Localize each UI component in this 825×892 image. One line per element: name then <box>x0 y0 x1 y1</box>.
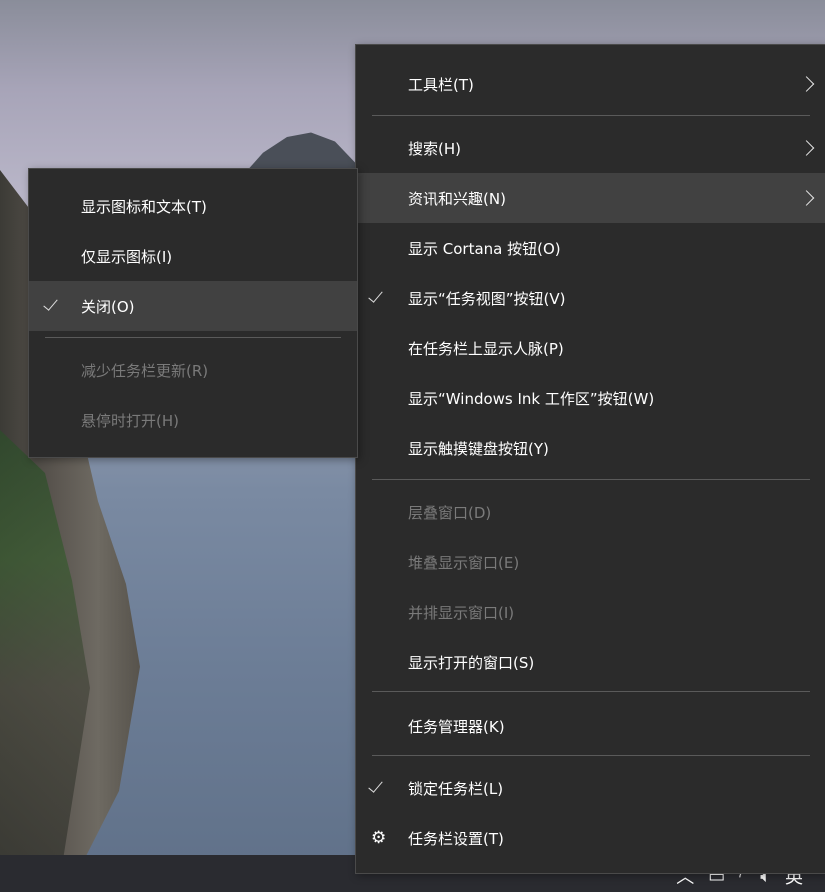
menu-item-label: 显示“Windows Ink 工作区”按钮(W) <box>408 389 655 408</box>
submenu-item-icon-only[interactable]: 仅显示图标(I) <box>29 231 357 281</box>
menu-separator <box>45 337 341 338</box>
checkmark-icon <box>368 287 383 303</box>
menu-item-label: 工具栏(T) <box>408 75 474 94</box>
menu-item-label: 显示 Cortana 按钮(O) <box>408 239 561 258</box>
menu-item-label: 悬停时打开(H) <box>81 411 179 430</box>
menu-item-label: 锁定任务栏(L) <box>408 779 504 798</box>
menu-item-label: 任务管理器(K) <box>408 717 505 736</box>
menu-item-label: 资讯和兴趣(N) <box>408 189 506 208</box>
menu-item-show-open-windows[interactable]: 显示打开的窗口(S) <box>356 637 825 687</box>
submenu-item-turn-off[interactable]: 关闭(O) <box>29 281 357 331</box>
menu-item-label: 搜索(H) <box>408 139 461 158</box>
taskbar-context-menu: 工具栏(T) 搜索(H) 资讯和兴趣(N) 显示 Cortana 按钮(O) 显… <box>355 44 825 874</box>
menu-item-task-manager[interactable]: 任务管理器(K) <box>356 701 825 751</box>
gear-icon: ⚙ <box>371 828 387 848</box>
menu-item-stacked[interactable]: 堆叠显示窗口(E) <box>356 537 825 587</box>
menu-item-label: 减少任务栏更新(R) <box>81 361 209 380</box>
checkmark-icon <box>43 295 58 311</box>
chevron-right-icon <box>798 140 815 156</box>
submenu-item-reduce-updates[interactable]: 减少任务栏更新(R) <box>29 345 357 395</box>
menu-item-label: 在任务栏上显示人脉(P) <box>408 339 564 358</box>
menu-item-lock-taskbar[interactable]: 锁定任务栏(L) <box>356 763 825 813</box>
submenu-item-icon-and-text[interactable]: 显示图标和文本(T) <box>29 181 357 231</box>
menu-item-label: 关闭(O) <box>81 297 135 316</box>
menu-separator <box>372 691 810 692</box>
background-islet <box>245 132 365 173</box>
checkmark-icon <box>368 777 383 793</box>
menu-item-label: 层叠窗口(D) <box>408 503 492 522</box>
menu-item-label: 显示打开的窗口(S) <box>408 653 535 672</box>
menu-separator <box>372 115 810 116</box>
menu-item-label: 并排显示窗口(I) <box>408 603 515 622</box>
submenu-item-open-on-hover[interactable]: 悬停时打开(H) <box>29 395 357 445</box>
menu-item-side-by-side[interactable]: 并排显示窗口(I) <box>356 587 825 637</box>
menu-item-show-cortana[interactable]: 显示 Cortana 按钮(O) <box>356 223 825 273</box>
menu-separator <box>372 479 810 480</box>
menu-item-label: 显示“任务视图”按钮(V) <box>408 289 566 308</box>
menu-item-windows-ink[interactable]: 显示“Windows Ink 工作区”按钮(W) <box>356 373 825 423</box>
menu-item-cascade[interactable]: 层叠窗口(D) <box>356 487 825 537</box>
menu-item-label: 显示图标和文本(T) <box>81 197 207 216</box>
menu-item-toolbars[interactable]: 工具栏(T) <box>356 59 825 109</box>
menu-item-taskbar-settings[interactable]: ⚙ 任务栏设置(T) <box>356 813 825 863</box>
menu-item-label: 任务栏设置(T) <box>408 829 504 848</box>
menu-separator <box>372 755 810 756</box>
menu-item-label: 仅显示图标(I) <box>81 247 173 266</box>
chevron-right-icon <box>798 76 815 92</box>
menu-item-task-view[interactable]: 显示“任务视图”按钮(V) <box>356 273 825 323</box>
menu-item-news-interests[interactable]: 资讯和兴趣(N) <box>356 173 825 223</box>
news-interests-submenu: 显示图标和文本(T) 仅显示图标(I) 关闭(O) 减少任务栏更新(R) 悬停时… <box>28 168 358 458</box>
menu-item-show-people[interactable]: 在任务栏上显示人脉(P) <box>356 323 825 373</box>
menu-item-search[interactable]: 搜索(H) <box>356 123 825 173</box>
chevron-right-icon <box>798 190 815 206</box>
menu-item-touch-keyboard[interactable]: 显示触摸键盘按钮(Y) <box>356 423 825 473</box>
menu-item-label: 显示触摸键盘按钮(Y) <box>408 439 549 458</box>
menu-item-label: 堆叠显示窗口(E) <box>408 553 520 572</box>
